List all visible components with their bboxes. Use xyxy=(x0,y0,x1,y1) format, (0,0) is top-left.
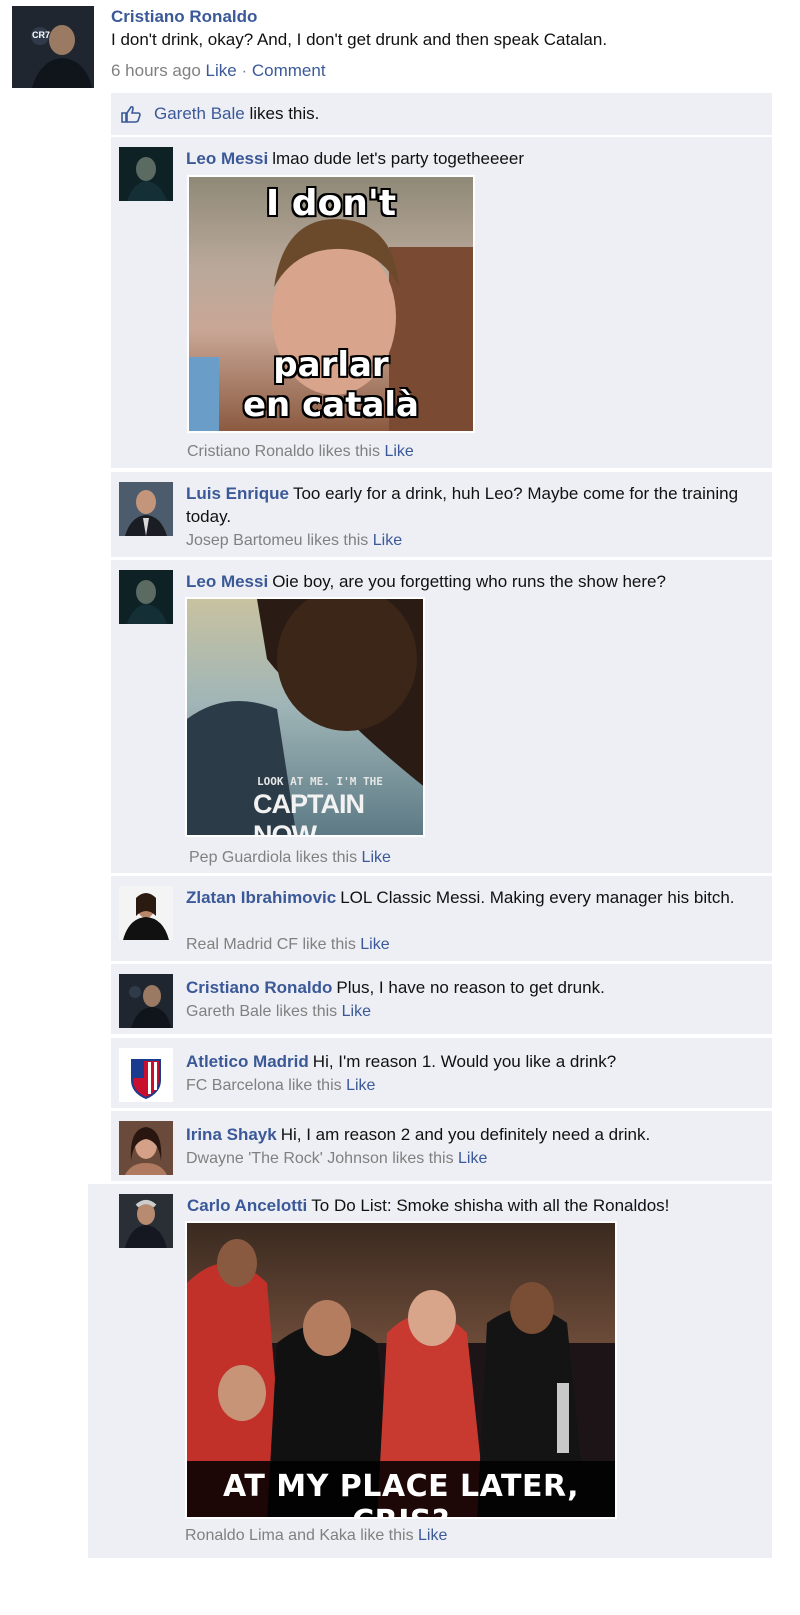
meme-bottom-text-1: parlar xyxy=(273,345,389,385)
comment-author[interactable]: Cristiano Ronaldo xyxy=(186,978,332,997)
comment-avatar[interactable] xyxy=(119,482,173,536)
profile-photo-icon xyxy=(119,147,173,201)
meme-image-shisha[interactable]: AT MY PLACE LATER, CRIS? xyxy=(185,1221,617,1519)
comment-likes: Josep Bartomeu likes this Like xyxy=(186,530,402,552)
comment-like-link[interactable]: Like xyxy=(360,936,389,953)
comment-like-link[interactable]: Like xyxy=(342,1003,371,1020)
comment-like-link[interactable]: Like xyxy=(362,849,391,866)
avatar-logo-text: CR7 xyxy=(32,30,51,40)
post-author[interactable]: Cristiano Ronaldo xyxy=(111,7,257,27)
profile-photo-icon xyxy=(119,482,173,536)
comment-avatar[interactable] xyxy=(119,974,173,1028)
comment-author[interactable]: Zlatan Ibrahimovic xyxy=(186,888,336,907)
comment-avatar[interactable] xyxy=(119,570,173,624)
comment-avatar[interactable] xyxy=(119,1048,173,1102)
post-time: 6 hours ago xyxy=(111,61,201,80)
comment-avatar[interactable] xyxy=(119,1194,173,1248)
comment-5: Cristiano Ronaldo Plus, I have no reason … xyxy=(111,964,772,1034)
likes-bar-name[interactable]: Gareth Bale xyxy=(154,104,245,123)
comment-likes: Cristiano Ronaldo likes this Like xyxy=(187,441,414,463)
comment-author[interactable]: Leo Messi xyxy=(186,572,268,591)
comment-author[interactable]: Luis Enrique xyxy=(186,484,289,503)
meme-image-captain-now[interactable]: LOOK AT ME. I'M THE CAPTAIN NOW. xyxy=(185,597,425,837)
comment-likes-text: FC Barcelona like this xyxy=(186,1077,342,1094)
thumbs-up-icon xyxy=(121,105,141,123)
post-text: I don't drink, okay? And, I don't get dr… xyxy=(111,30,608,49)
comment-text: Oie boy, are you forgetting who runs the… xyxy=(272,572,666,591)
post-author-avatar[interactable]: CR7 xyxy=(12,6,94,88)
comment-1: Leo Messi lmao dude let's party togetheee… xyxy=(111,137,772,468)
post-meta: 6 hours ago Like · Comment xyxy=(111,61,326,81)
comment-7: Irina Shayk Hi, I am reason 2 and you def… xyxy=(111,1111,772,1181)
comment-likes: Gareth Bale likes this Like xyxy=(186,1001,371,1023)
comment-likes-text: Ronaldo Lima and Kaka like this xyxy=(185,1527,414,1544)
meme-small-text: LOOK AT ME. I'M THE xyxy=(257,775,383,788)
meta-dot: · xyxy=(241,61,248,80)
comment-author[interactable]: Leo Messi xyxy=(186,149,268,168)
comment-likes-text: Dwayne 'The Rock' Johnson likes this xyxy=(186,1150,454,1167)
comment-like-link[interactable]: Like xyxy=(384,443,413,460)
atletico-crest-icon xyxy=(119,1048,173,1102)
comment-4: Zlatan Ibrahimovic LOL Classic Messi. Mak… xyxy=(111,876,772,961)
profile-photo-icon xyxy=(12,6,94,88)
comment-author[interactable]: Carlo Ancelotti xyxy=(187,1196,307,1215)
profile-photo-icon xyxy=(119,1194,173,1248)
comment-likes: Pep Guardiola likes this Like xyxy=(189,847,391,869)
comment-likes: Real Madrid CF like this Like xyxy=(186,934,390,956)
meme-caption-text: AT MY PLACE LATER, CRIS? xyxy=(222,1469,580,1517)
comment-likes: FC Barcelona like this Like xyxy=(186,1075,375,1097)
meme-top-text: I don't xyxy=(265,183,397,224)
profile-photo-icon xyxy=(119,1121,173,1175)
comment-like-link[interactable]: Like xyxy=(373,532,402,549)
comment-2: Luis Enrique Too early for a drink, huh L… xyxy=(111,472,772,557)
comment-text: Hi, I am reason 2 and you definitely nee… xyxy=(280,1125,651,1144)
comment-6: Atletico Madrid Hi, I'm reason 1. Would y… xyxy=(111,1038,772,1108)
comment-like-link[interactable]: Like xyxy=(458,1150,487,1167)
likes-bar-suffix: likes this. xyxy=(249,104,320,123)
comment-like-link[interactable]: Like xyxy=(418,1527,447,1544)
profile-photo-icon xyxy=(119,886,173,940)
profile-photo-icon xyxy=(119,974,173,1028)
comment-likes-text: Josep Bartomeu likes this xyxy=(186,532,369,549)
comment-avatar[interactable] xyxy=(119,147,173,201)
post-comment-link[interactable]: Comment xyxy=(252,61,326,80)
comment-likes-text: Cristiano Ronaldo likes this xyxy=(187,443,380,460)
comment-likes-text: Pep Guardiola likes this xyxy=(189,849,358,866)
comment-text: Plus, I have no reason to get drunk. xyxy=(336,978,605,997)
comment-text: lmao dude let's party togetheeeer xyxy=(272,149,524,168)
comment-text: LOL Classic Messi. Making every manager … xyxy=(340,888,735,907)
comment-text: To Do List: Smoke shisha with all the Ro… xyxy=(311,1196,670,1215)
comment-text: Hi, I'm reason 1. Would you like a drink… xyxy=(312,1052,617,1071)
meme-big-text: CAPTAIN NOW. xyxy=(253,789,365,837)
comment-likes-text: Gareth Bale likes this xyxy=(186,1003,338,1020)
comment-likes: Ronaldo Lima and Kaka like this Like xyxy=(185,1525,447,1547)
comment-author[interactable]: Atletico Madrid xyxy=(186,1052,309,1071)
post-like-link[interactable]: Like xyxy=(206,61,237,80)
comment-author[interactable]: Irina Shayk xyxy=(186,1125,277,1144)
likes-bar: Gareth Bale likes this. xyxy=(111,93,772,135)
comment-like-link[interactable]: Like xyxy=(346,1077,375,1094)
comment-likes-text: Real Madrid CF like this xyxy=(186,936,356,953)
meme-image-dont-speak[interactable]: I don't parlar en català xyxy=(187,175,475,433)
likes-bar-text: Gareth Bale likes this. xyxy=(154,104,319,124)
meme-bottom-text-2: en català xyxy=(243,385,419,425)
profile-photo-icon xyxy=(119,570,173,624)
comment-likes: Dwayne 'The Rock' Johnson likes this Lik… xyxy=(186,1148,487,1170)
comment-avatar[interactable] xyxy=(119,886,173,940)
comment-8: Carlo Ancelotti To Do List: Smoke shisha … xyxy=(88,1184,772,1558)
comment-3: Leo Messi Oie boy, are you forgetting who… xyxy=(111,560,772,873)
comment-avatar[interactable] xyxy=(119,1121,173,1175)
